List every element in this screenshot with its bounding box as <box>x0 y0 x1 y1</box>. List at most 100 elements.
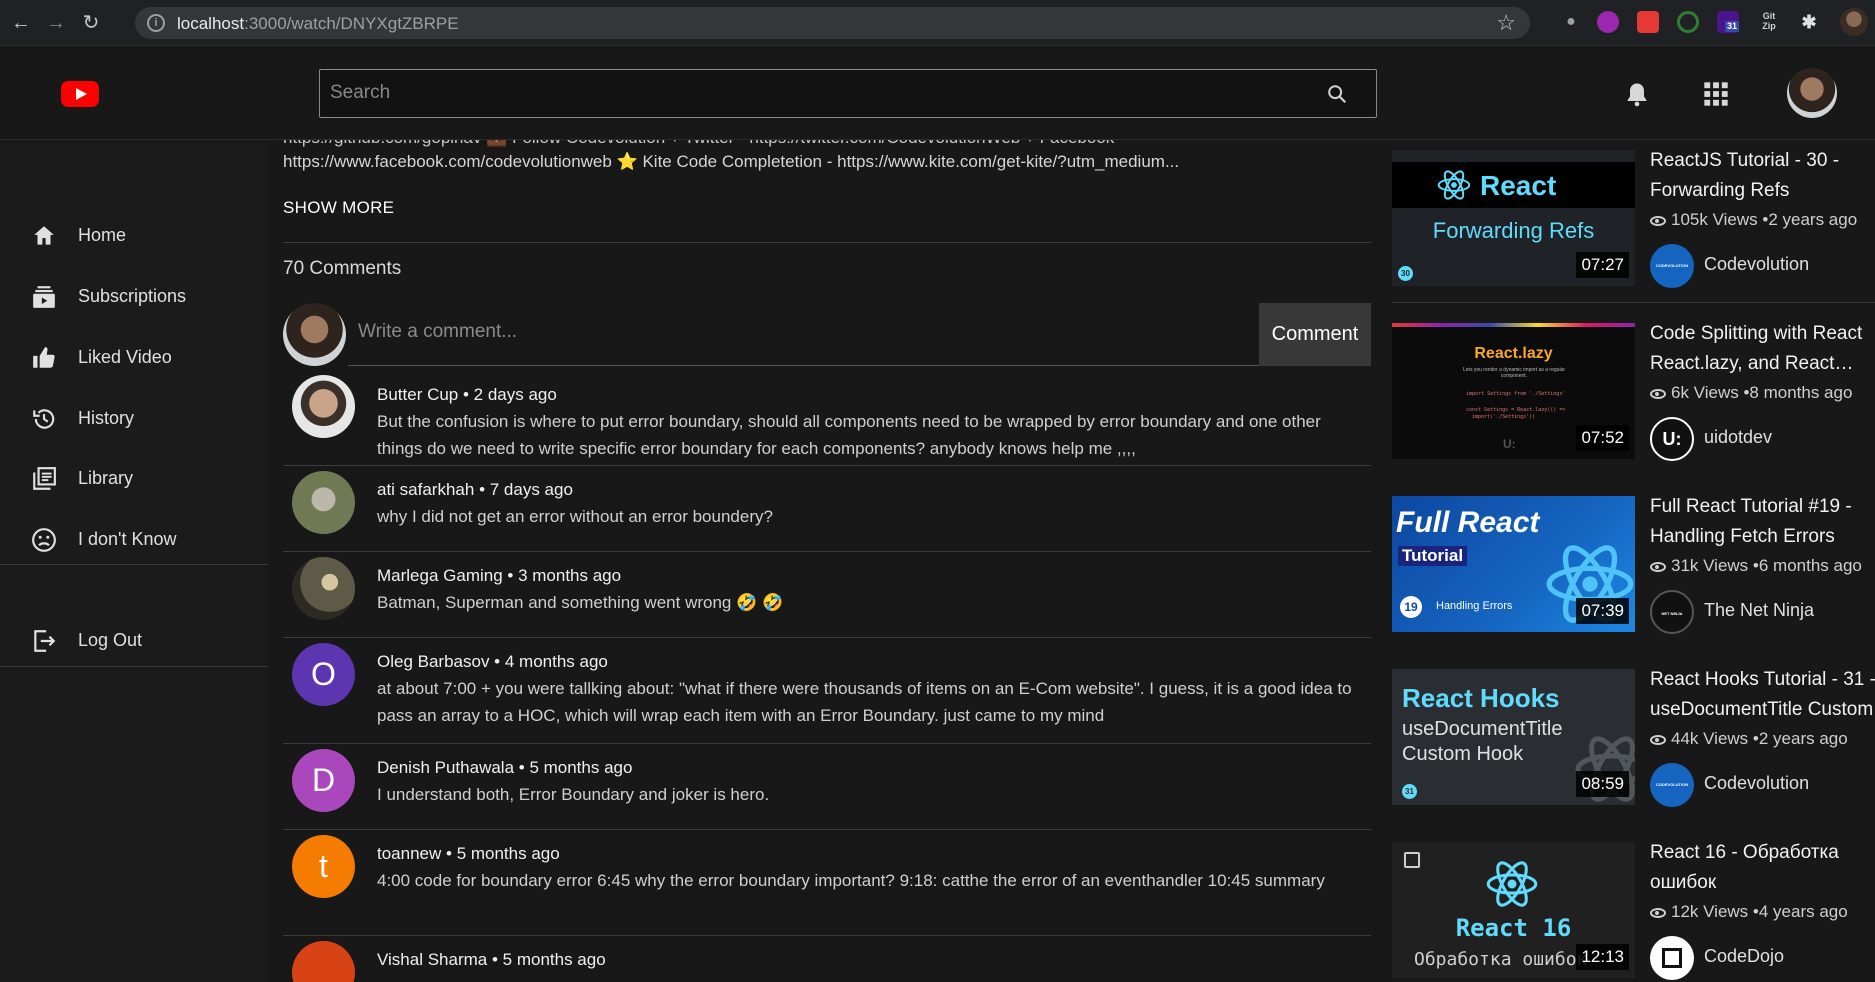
sidebar-item-i-dont-know[interactable]: I don't Know <box>0 514 268 564</box>
sidebar-item-liked-video[interactable]: Liked Video <box>0 332 268 382</box>
commenter-avatar[interactable] <box>292 375 355 438</box>
video-title[interactable]: Code Splitting with React React.lazy, and… <box>1650 319 1875 379</box>
related-video-item[interactable]: React 16 Обработка ошибок 12:13 React 16… <box>1392 832 1875 982</box>
back-arrow-icon[interactable]: ← <box>8 10 34 36</box>
show-more-button[interactable]: SHOW MORE <box>283 198 394 218</box>
comment-submit-button[interactable]: Comment <box>1259 303 1371 366</box>
video-thumbnail[interactable]: React.lazy Lets you render a dynamic imp… <box>1392 323 1635 459</box>
comment-divider <box>283 743 1371 744</box>
comment-item: O Oleg Barbasov • 4 months ago at about … <box>283 643 1371 743</box>
channel-name[interactable]: The Net Ninja <box>1704 600 1814 621</box>
comment-author[interactable]: Marlega Gaming <box>377 566 503 585</box>
comment-text: Batman, Superman and something went wron… <box>377 593 784 612</box>
reload-icon[interactable]: ↻ <box>78 10 104 36</box>
comment-divider <box>283 637 1371 638</box>
video-duration: 07:52 <box>1576 425 1629 451</box>
puzzle-extensions-icon[interactable]: ✱ <box>1798 11 1820 33</box>
comment-author[interactable]: Vishal Sharma <box>377 950 487 969</box>
comment-text: why I did not get an error without an er… <box>377 507 773 526</box>
user-avatar[interactable] <box>1787 68 1837 118</box>
commenter-avatar[interactable] <box>292 941 355 982</box>
commenter-avatar[interactable] <box>292 471 355 534</box>
search-input[interactable] <box>330 82 1290 104</box>
channel-name[interactable]: Codevolution <box>1704 254 1809 275</box>
related-divider <box>1392 821 1875 822</box>
sad-face-icon <box>32 528 56 552</box>
comment-text: 4:00 code for boundary error 6:45 why th… <box>377 871 1325 890</box>
channel-avatar[interactable]: NET NINJA <box>1650 590 1694 634</box>
search-bar[interactable] <box>319 69 1377 118</box>
extension-calendar-icon[interactable]: 31 <box>1717 11 1740 33</box>
related-video-item[interactable]: React.lazy Lets you render a dynamic imp… <box>1392 313 1875 473</box>
apps-grid-icon[interactable] <box>1702 80 1730 108</box>
browser-profile-avatar[interactable] <box>1840 8 1868 36</box>
comment-divider <box>283 465 1371 466</box>
history-icon <box>33 409 55 429</box>
comment-header: Denish Puthawala • 5 months ago <box>377 758 633 777</box>
video-title[interactable]: Full React Tutorial #19 - Handling Fetch … <box>1650 492 1875 552</box>
comment-input[interactable] <box>358 321 1158 343</box>
youtube-logo-icon[interactable] <box>61 81 99 107</box>
sidebar: Home Subscriptions Liked Video History L… <box>0 140 268 982</box>
channel-avatar[interactable] <box>1650 936 1694 980</box>
sidebar-item-label: Liked Video <box>78 347 172 367</box>
sidebar-item-label: Library <box>78 468 134 488</box>
sidebar-item-library[interactable]: Library <box>0 453 268 503</box>
video-thumbnail[interactable]: React 16 Обработка ошибок 12:13 <box>1392 842 1635 978</box>
channel-avatar[interactable]: CODEVOLUTION <box>1650 763 1694 807</box>
search-icon[interactable] <box>1326 83 1348 105</box>
gitzip-extension-icon[interactable]: Git Zip <box>1758 11 1780 33</box>
commenter-avatar[interactable] <box>292 557 355 620</box>
related-video-item[interactable]: React Forwarding Refs 30 07:27 ReactJS T… <box>1392 140 1875 300</box>
channel-avatar[interactable]: U: <box>1650 417 1694 461</box>
views-eye-icon <box>1650 561 1666 572</box>
sidebar-item-log-out[interactable]: Log Out <box>0 615 268 665</box>
video-meta: 44k Views •2 years ago <box>1650 729 1848 749</box>
sidebar-item-subscriptions[interactable]: Subscriptions <box>0 271 268 321</box>
extension-green-ring-icon[interactable] <box>1677 11 1699 33</box>
comment-item: Butter Cup • 2 days ago But the confusio… <box>283 375 1371 465</box>
channel-name[interactable]: uidotdev <box>1704 427 1772 448</box>
sidebar-item-label: History <box>78 408 135 428</box>
channel-avatar[interactable]: CODEVOLUTION <box>1650 244 1694 288</box>
video-meta: 105k Views •2 years ago <box>1650 210 1857 230</box>
comment-header: Marlega Gaming • 3 months ago <box>377 566 622 585</box>
address-url: localhost:3000/watch/DNYXgtZBRPE <box>177 14 459 33</box>
extension-purple-icon[interactable] <box>1597 11 1619 33</box>
site-info-icon[interactable]: i <box>147 14 165 32</box>
notifications-bell-icon[interactable] <box>1623 80 1651 108</box>
episode-badge: 30 <box>1398 266 1413 281</box>
description-divider <box>283 242 1371 243</box>
video-title[interactable]: React 16 - Обработка ошибок <box>1650 838 1875 898</box>
video-title[interactable]: React Hooks Tutorial - 31 - useDocumentTi… <box>1650 665 1875 725</box>
commenter-avatar[interactable]: D <box>292 749 355 812</box>
comment-header: Oleg Barbasov • 4 months ago <box>377 652 608 671</box>
sidebar-item-home[interactable]: Home <box>0 210 268 260</box>
comment-author[interactable]: Denish Puthawala <box>377 758 514 777</box>
commenter-avatar[interactable]: t <box>292 835 355 898</box>
channel-name[interactable]: CodeDojo <box>1704 946 1784 967</box>
video-thumbnail[interactable]: React Forwarding Refs 30 07:27 <box>1392 150 1635 286</box>
forward-arrow-icon[interactable]: → <box>43 10 69 36</box>
commenter-avatar[interactable]: O <box>292 643 355 706</box>
extension-lamp-icon[interactable]: ● <box>1560 11 1582 33</box>
video-title[interactable]: ReactJS Tutorial - 30 - Forwarding Refs <box>1650 146 1875 206</box>
extension-red-icon[interactable] <box>1637 11 1659 33</box>
logout-icon <box>34 630 56 652</box>
comments-count: 70 Comments <box>283 258 402 279</box>
video-thumbnail[interactable]: React Hooks useDocumentTitle Custom Hook… <box>1392 669 1635 805</box>
bookmark-star-icon[interactable]: ☆ <box>1496 10 1516 36</box>
comment-author[interactable]: Butter Cup <box>377 385 458 404</box>
video-thumbnail[interactable]: Full React Tutorial 19 Handling Errors 0… <box>1392 496 1635 632</box>
comment-age: 4 months ago <box>504 652 608 671</box>
comment-author[interactable]: ati safarkhah <box>377 480 474 499</box>
comment-author[interactable]: toannew <box>377 844 441 863</box>
channel-name[interactable]: Codevolution <box>1704 773 1809 794</box>
comment-author[interactable]: Oleg Barbasov <box>377 652 489 671</box>
sidebar-item-history[interactable]: History <box>0 393 268 443</box>
comment-age: 5 months ago <box>529 758 633 777</box>
related-video-item[interactable]: React Hooks useDocumentTitle Custom Hook… <box>1392 659 1875 819</box>
related-video-item[interactable]: Full React Tutorial 19 Handling Errors 0… <box>1392 486 1875 646</box>
thumbnail-code: const Settings = React.lazy(() => <box>1466 407 1566 413</box>
address-bar[interactable]: i localhost:3000/watch/DNYXgtZBRPE ☆ <box>135 7 1530 39</box>
